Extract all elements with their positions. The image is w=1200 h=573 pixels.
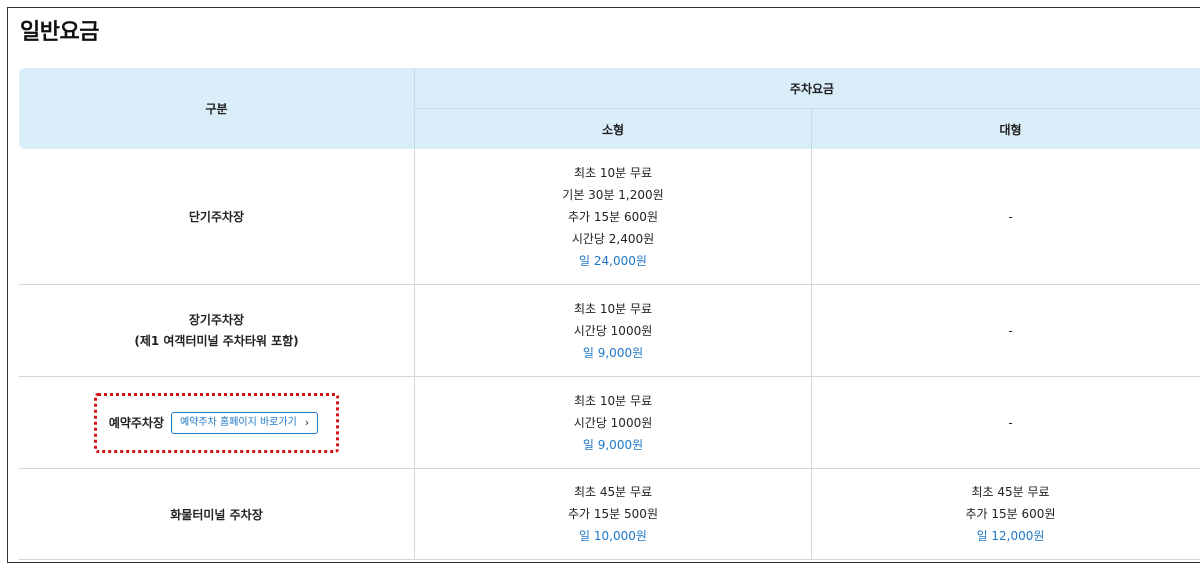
lot-name-cell: 장기주차장 (제1 여객터미널 주차타워 포함)	[19, 285, 415, 377]
daily-fee: 일 10,000원	[579, 529, 647, 543]
daily-fee: 일 9,000원	[582, 437, 644, 452]
large-fee-cell: -	[812, 149, 1200, 285]
large-fee-cell: -	[812, 285, 1200, 377]
lot-name: 화물터미널 주차장	[170, 507, 263, 522]
fee-line: 시간당 2,400원	[571, 231, 655, 246]
small-fee-cell: 최초 10분 무료 기본 30분 1,200원 추가 15분 600원 시간당 …	[415, 149, 812, 285]
fee-line: 최초 10분 무료	[573, 393, 653, 408]
fee-line: 최초 10분 무료	[573, 301, 653, 316]
daily-fee: 일 12,000원	[976, 529, 1045, 543]
table-row: 단기주차장 최초 10분 무료 기본 30분 1,200원 추가 15분 600…	[19, 149, 1200, 285]
table-row: 예약주차장 예약주차 홈페이지 바로가기 › 최초 10분 무료 시간당 100…	[19, 377, 1200, 469]
fee-line: 최초 10분 무료	[573, 165, 653, 180]
fee-table-container: 구분 주차요금 소형 대형 단기주차장 최초 10분 무료 기본 30분 1,2…	[19, 68, 1200, 560]
small-fee-cell: 최초 45분 무료 추가 15분 500원 일 10,000원	[415, 469, 812, 560]
header-fee: 주차요금	[415, 68, 1200, 108]
fee-line: 추가 15분 600원	[568, 209, 658, 224]
page-title: 일반요금	[20, 20, 99, 45]
parking-fee-table: 구분 주차요금 소형 대형 단기주차장 최초 10분 무료 기본 30분 1,2…	[19, 68, 1200, 560]
header-category: 구분	[19, 68, 415, 149]
link-label: 예약주차 홈페이지 바로가기	[180, 416, 297, 428]
table-row: 화물터미널 주차장 최초 45분 무료 추가 15분 500원 일 10,000…	[19, 469, 1200, 560]
fee-line: -	[1008, 209, 1013, 224]
lot-name: 예약주차장	[108, 416, 165, 430]
fee-line: 시간당 1000원	[573, 323, 653, 338]
reservation-homepage-link[interactable]: 예약주차 홈페이지 바로가기 ›	[171, 411, 319, 434]
header-large: 대형	[812, 108, 1200, 149]
header-small: 소형	[415, 108, 812, 149]
lot-name-cell: 단기주차장	[19, 149, 415, 285]
table-row: 장기주차장 (제1 여객터미널 주차타워 포함) 최초 10분 무료 시간당 1…	[19, 285, 1200, 377]
fee-line: 추가 15분 600원	[965, 507, 1056, 521]
lot-name-cell: 화물터미널 주차장	[19, 469, 415, 560]
content-frame: 일반요금 구분 주차요금 소형 대형 단기주차장 최초 10분 무료 기본 30…	[7, 7, 1200, 563]
lot-name-cell: 예약주차장 예약주차 홈페이지 바로가기 ›	[19, 377, 415, 469]
chevron-right-icon: ›	[304, 415, 310, 429]
fee-line: -	[1008, 323, 1013, 338]
large-fee-cell: -	[812, 377, 1200, 469]
lot-name-note: (제1 여객터미널 주차타워 포함)	[134, 333, 299, 348]
fee-line: 최초 45분 무료	[971, 485, 1050, 499]
small-fee-cell: 최초 10분 무료 시간당 1000원 일 9,000원	[415, 377, 812, 469]
small-fee-cell: 최초 10분 무료 시간당 1000원 일 9,000원	[415, 285, 812, 377]
fee-line: 시간당 1000원	[573, 415, 653, 430]
fee-line: -	[1008, 415, 1013, 430]
large-fee-cell: 최초 45분 무료 추가 15분 600원 일 12,000원	[812, 469, 1200, 560]
fee-line: 추가 15분 500원	[568, 507, 658, 521]
fee-line: 최초 45분 무료	[573, 485, 653, 499]
daily-fee: 일 24,000원	[579, 253, 647, 268]
highlight-box: 예약주차장 예약주차 홈페이지 바로가기 ›	[93, 392, 340, 453]
lot-name: 장기주차장	[188, 312, 245, 327]
lot-name: 단기주차장	[188, 210, 245, 224]
daily-fee: 일 9,000원	[582, 345, 644, 360]
fee-line: 기본 30분 1,200원	[562, 187, 664, 202]
